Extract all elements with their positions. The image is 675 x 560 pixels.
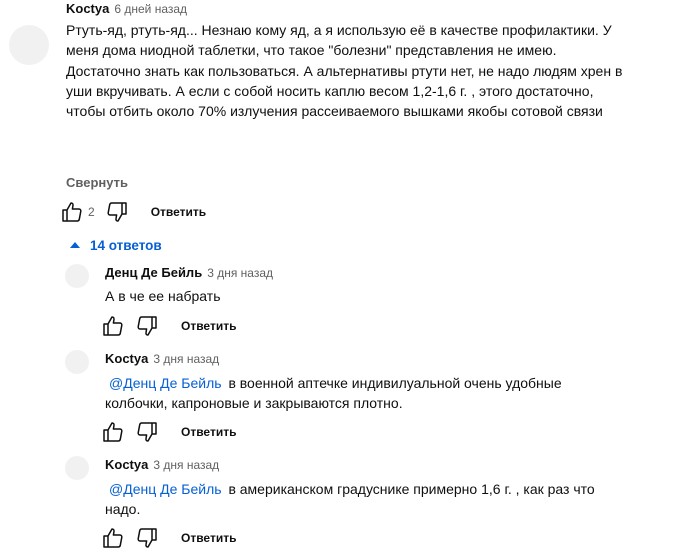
comment-timestamp[interactable]: 6 дней назад — [114, 2, 187, 16]
reply-header: Денц Де Бейль 3 дня назад — [105, 265, 273, 280]
comment-author[interactable]: Koctya — [66, 1, 109, 16]
avatar[interactable] — [65, 264, 89, 288]
reply-author[interactable]: Koctya — [105, 351, 148, 366]
thumb-down-icon[interactable] — [135, 420, 159, 444]
reply-toolbar: Ответить — [101, 314, 236, 338]
reply-timestamp[interactable]: 3 дня назад — [153, 458, 219, 472]
reply-text: А в че ее набрать — [105, 286, 625, 306]
comment-header: Koctya 6 дней назад — [66, 1, 187, 16]
avatar[interactable] — [9, 25, 49, 65]
reply-author[interactable]: Koctya — [105, 457, 148, 472]
reply-toolbar: Ответить — [101, 420, 236, 444]
thumb-up-icon[interactable] — [101, 420, 125, 444]
mention-link[interactable]: @Денц Де Бейль — [109, 375, 222, 391]
like-count: 2 — [88, 205, 95, 219]
reply-body: А в че ее набрать — [105, 288, 221, 304]
reply-button[interactable]: Ответить — [181, 319, 236, 333]
reply-timestamp[interactable]: 3 дня назад — [153, 352, 219, 366]
reply-button[interactable]: Ответить — [181, 425, 236, 439]
collapse-button[interactable]: Свернуть — [66, 175, 128, 190]
thumb-up-icon[interactable] — [101, 314, 125, 338]
comment-text: Ртуть-яд, ртуть-яд... Незнаю кому яд, а … — [66, 22, 623, 120]
thumb-down-icon[interactable] — [105, 200, 129, 224]
reply-toolbar: Ответить — [101, 526, 236, 550]
reply-header: Koctya 3 дня назад — [105, 457, 219, 472]
replies-count-label: 14 ответов — [90, 237, 162, 253]
reply-timestamp[interactable]: 3 дня назад — [207, 266, 273, 280]
avatar[interactable] — [65, 456, 89, 480]
thumb-up-icon[interactable] — [60, 200, 84, 224]
reply-text: @Денц Де Бейль в американском градуснике… — [105, 479, 625, 520]
thumb-up-icon[interactable] — [101, 526, 125, 550]
caret-up-icon — [66, 236, 84, 254]
reply-text: @Денц Де Бейль в военной аптечке индивил… — [105, 373, 595, 414]
comment-toolbar: 2 Ответить — [60, 200, 206, 224]
reply-button[interactable]: Ответить — [151, 205, 206, 219]
mention-link[interactable]: @Денц Де Бейль — [109, 481, 222, 497]
reply-author[interactable]: Денц Де Бейль — [105, 265, 202, 280]
thumb-down-icon[interactable] — [135, 314, 159, 338]
reply-button[interactable]: Ответить — [181, 531, 236, 545]
thumb-down-icon[interactable] — [135, 526, 159, 550]
replies-toggle-button[interactable]: 14 ответов — [66, 236, 162, 254]
reply-header: Koctya 3 дня назад — [105, 351, 219, 366]
avatar[interactable] — [65, 350, 89, 374]
